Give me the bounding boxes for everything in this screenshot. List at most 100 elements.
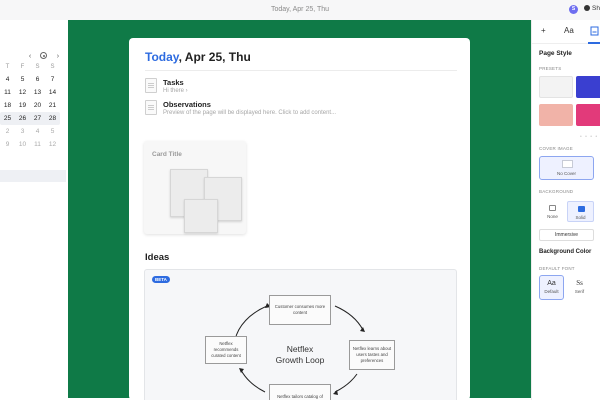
preset-peach[interactable] — [539, 104, 573, 126]
weekday-label: S — [50, 63, 55, 70]
calendar-day[interactable]: 27 — [30, 115, 45, 122]
arrow-head — [360, 327, 365, 332]
no-cover-option[interactable]: No Cover — [539, 156, 594, 180]
weekday-label: S — [35, 63, 40, 70]
calendar-day[interactable]: 20 — [30, 102, 45, 109]
whiteboard-block[interactable]: BETA Customer consumes more content Netf… — [144, 269, 457, 400]
weekday-label: F — [20, 63, 25, 70]
calendar-day[interactable]: 2 — [0, 128, 15, 135]
preset-pink[interactable] — [576, 104, 600, 126]
calendar-day[interactable]: 28 — [45, 115, 60, 122]
calendar-day[interactable]: 5 — [15, 76, 30, 83]
today-button[interactable] — [38, 51, 50, 60]
calendar-day[interactable]: 26 — [15, 115, 30, 122]
preset-pagination[interactable]: • • • • — [580, 134, 598, 140]
share-label: Sh — [592, 5, 600, 12]
tab-page-style[interactable] — [590, 26, 599, 38]
next-month-button[interactable]: › — [52, 53, 64, 60]
none-icon — [549, 205, 556, 211]
page-style-heading: Page Style — [539, 50, 572, 57]
weekday-label: T — [5, 63, 10, 70]
card-block[interactable]: Card Title — [144, 141, 246, 234]
loop-center-line: Netflex Growth Loop — [275, 344, 325, 366]
calendar-day[interactable]: 9 — [0, 141, 15, 148]
calendar-panel: ‹ › T F S S 4 5 6 7 11 12 13 14 18 19 20… — [0, 20, 68, 400]
background-color-heading: Background Color — [539, 249, 592, 255]
loop-node-left[interactable]: Netflex recommends curated content — [205, 336, 247, 364]
font-option-default[interactable]: Aa Default — [539, 275, 564, 300]
today-icon — [40, 52, 48, 59]
calendar-week-selected: 25 26 27 28 — [0, 112, 60, 125]
calendar-week: 11 12 13 14 — [0, 86, 60, 99]
calendar-day[interactable]: 12 — [45, 141, 60, 148]
style-panel: + Aa Page Style PRESETS • • • • COVER IM… — [531, 20, 600, 400]
font-sample: Aa — [547, 280, 556, 287]
bg-option-gradient[interactable]: G — [595, 201, 600, 222]
tab-text-style[interactable]: Aa — [564, 26, 574, 35]
arrow-head — [239, 368, 244, 373]
divider — [145, 70, 457, 71]
avatar[interactable]: S — [569, 5, 578, 14]
page-title-today: Today — [145, 50, 179, 64]
calendar-day[interactable]: 3 — [15, 128, 30, 135]
loop-arrows — [234, 303, 365, 395]
font-option-serif[interactable]: Ss Serif — [567, 275, 592, 300]
share-button[interactable]: Sh — [584, 5, 600, 12]
document-icon — [590, 26, 599, 36]
loop-arrow — [240, 369, 266, 393]
bg-option-label: Solid — [575, 215, 586, 220]
loop-center-title: Netflex Growth Loop — [265, 344, 335, 367]
subpage-observations[interactable]: Observations Preview of the page will be… — [145, 100, 445, 120]
subpage-tasks[interactable]: Tasks Hi there › — [145, 78, 445, 98]
preset-blue[interactable] — [576, 76, 600, 98]
preset-light[interactable] — [539, 76, 573, 98]
image-icon — [562, 160, 573, 168]
sidebar-selected-item[interactable] — [0, 170, 66, 182]
calendar-day[interactable]: 11 — [0, 89, 15, 96]
calendar-day[interactable]: 10 — [15, 141, 30, 148]
calendar-day[interactable]: 18 — [0, 102, 15, 109]
calendar-day[interactable]: 21 — [45, 102, 60, 109]
page-title-date: , Apr 25, Thu — [178, 50, 251, 64]
loop-arrow — [334, 305, 364, 331]
calendar-grid: T F S S 4 5 6 7 11 12 13 14 18 19 20 21 … — [0, 60, 60, 151]
panel-tabs: + Aa — [532, 20, 600, 44]
calendar-day[interactable]: 4 — [30, 128, 45, 135]
calendar-day[interactable]: 11 — [30, 141, 45, 148]
subpage-preview: Hi there › — [163, 88, 188, 94]
solid-icon — [578, 206, 585, 212]
calendar-week: 18 19 20 21 — [0, 99, 60, 112]
font-label: Default — [544, 289, 559, 294]
title-bar: Today, Apr 25, Thu S Sh — [0, 0, 600, 20]
calendar-week: 4 5 6 7 — [0, 73, 60, 86]
calendar-day[interactable]: 19 — [15, 102, 30, 109]
journal-page: Today, Apr 25, Thu Tasks Hi there › Obse… — [129, 38, 470, 400]
calendar-day[interactable]: 13 — [30, 89, 45, 96]
bg-option-none[interactable]: None — [539, 201, 566, 222]
loop-node-right[interactable]: Netflex learns about users tastes and pr… — [349, 340, 395, 370]
page-title: Today, Apr 25, Thu — [145, 50, 251, 64]
card-title: Card Title — [152, 151, 182, 158]
calendar-day[interactable]: 7 — [45, 76, 60, 83]
loop-arrow — [334, 373, 358, 393]
calendar-day-selected[interactable]: 25 — [0, 115, 15, 122]
tab-add[interactable]: + — [541, 26, 546, 35]
calendar-week: 9 10 11 12 — [0, 138, 60, 151]
immersive-toggle[interactable]: Immersive — [539, 229, 594, 241]
calendar-day[interactable]: 6 — [30, 76, 45, 83]
calendar-day[interactable]: 12 — [15, 89, 30, 96]
subpage-preview: Preview of the page will be displayed he… — [163, 110, 337, 116]
loop-node-top[interactable]: Customer consumes more content — [269, 295, 331, 325]
card-image-placeholder — [184, 199, 218, 233]
document-icon — [145, 78, 157, 93]
calendar-day[interactable]: 14 — [45, 89, 60, 96]
prev-month-button[interactable]: ‹ — [24, 53, 36, 60]
calendar-day[interactable]: 4 — [0, 76, 15, 83]
font-sample: Ss — [576, 279, 583, 287]
bg-option-solid[interactable]: Solid — [567, 201, 594, 222]
subpage-title: Observations — [163, 100, 211, 109]
calendar-day[interactable]: 5 — [45, 128, 60, 135]
loop-node-bottom[interactable]: Netflex tailors catalog of — [269, 384, 331, 400]
active-tab-indicator — [588, 42, 600, 44]
ideas-heading: Ideas — [145, 252, 170, 263]
